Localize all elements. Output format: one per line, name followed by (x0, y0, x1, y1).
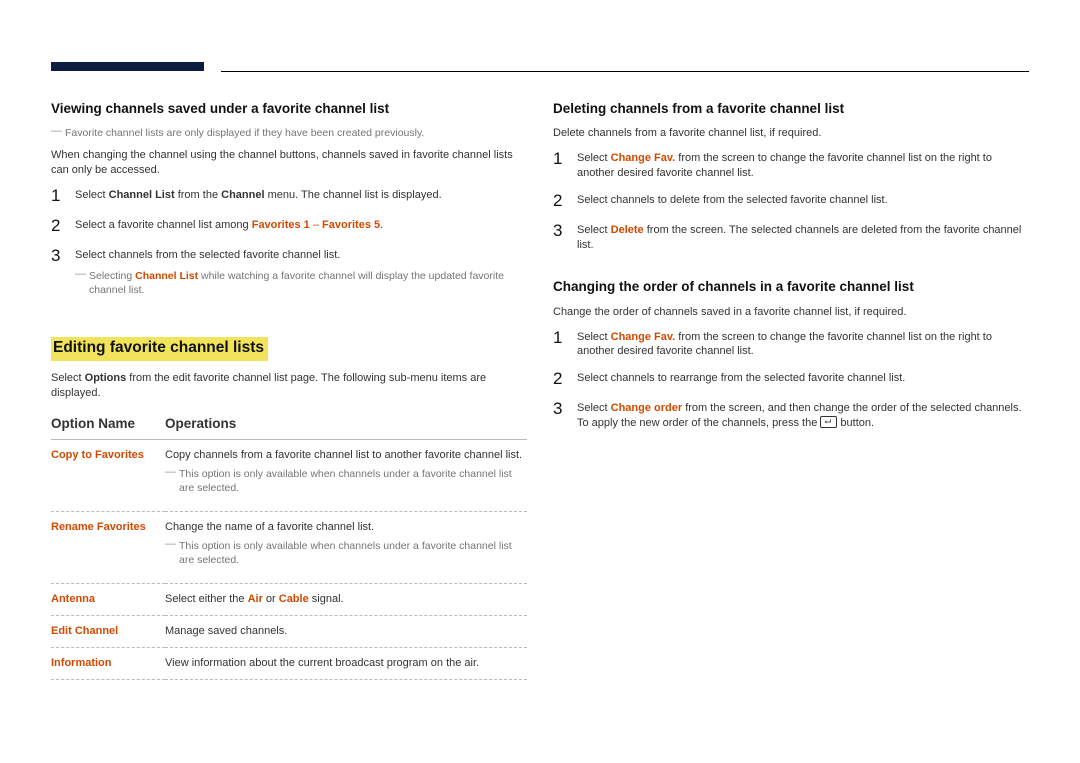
page-header (51, 62, 1029, 77)
enter-icon (820, 416, 837, 428)
emphasis: Change Fav. (611, 331, 676, 343)
emphasis: Favorites 1 (252, 219, 310, 231)
text: Select channels to rearrange from the se… (577, 372, 905, 384)
section-deleting: Deleting channels from a favorite channe… (553, 100, 1029, 252)
text: Select channels from the selected favori… (75, 249, 340, 261)
text: Select (577, 402, 611, 414)
option-name: Copy to Favorites (51, 449, 144, 461)
intro-ordering: Change the order of channels saved in a … (553, 305, 1029, 320)
step-2: Select a favorite channel list among Fav… (51, 218, 527, 236)
text: Change the name of a favorite channel li… (165, 521, 374, 533)
heading-deleting: Deleting channels from a favorite channe… (553, 100, 1029, 118)
text: . (380, 219, 383, 231)
emphasis: Air (248, 593, 263, 605)
left-column: Viewing channels saved under a favorite … (51, 100, 527, 680)
text: – (310, 219, 322, 231)
step-2: Select channels to rearrange from the se… (553, 371, 1029, 389)
table-row: Rename Favorites Change the name of a fa… (51, 512, 527, 584)
right-column: Deleting channels from a favorite channe… (553, 100, 1029, 680)
section-ordering: Changing the order of channels in a favo… (553, 278, 1029, 430)
heading-ordering: Changing the order of channels in a favo… (553, 278, 1029, 296)
step-1: Select Change Fav. from the screen to ch… (553, 151, 1029, 181)
intro-viewing: When changing the channel using the chan… (51, 148, 527, 178)
option-name: Edit Channel (51, 625, 118, 637)
emphasis: Delete (611, 224, 644, 236)
text: Select (577, 152, 611, 164)
text: Select (577, 224, 611, 236)
emphasis: Cable (279, 593, 309, 605)
emphasis: Change order (611, 402, 683, 414)
bold: Options (85, 372, 127, 384)
section-editing: Editing favorite channel lists Select Op… (51, 323, 527, 680)
table-row: Edit Channel Manage saved channels. (51, 616, 527, 648)
option-name: Information (51, 657, 112, 669)
text: Select a favorite channel list among (75, 219, 252, 231)
step-2: Select channels to delete from the selec… (553, 193, 1029, 211)
text: from the screen. The selected channels a… (577, 224, 1021, 251)
text: Select channels to delete from the selec… (577, 194, 888, 206)
table-row: Antenna Select either the Air or Cable s… (51, 584, 527, 616)
text: Select either the (165, 593, 248, 605)
intro-deleting: Delete channels from a favorite channel … (553, 126, 1029, 141)
heading-editing-highlight: Editing favorite channel lists (51, 337, 268, 361)
section-viewing: Viewing channels saved under a favorite … (51, 100, 527, 297)
row-note: This option is only available when chann… (165, 539, 527, 567)
text: signal. (309, 593, 344, 605)
heading-viewing: Viewing channels saved under a favorite … (51, 100, 527, 118)
note-viewing: Favorite channel lists are only displaye… (51, 126, 527, 140)
options-table: Option Name Operations Copy to Favorites… (51, 411, 527, 680)
option-name: Antenna (51, 593, 95, 605)
header-rule (221, 71, 1029, 72)
step-3: Select channels from the selected favori… (51, 248, 527, 297)
step-3: Select Change order from the screen, and… (553, 401, 1029, 431)
bold: Channel List (109, 189, 175, 201)
text: Manage saved channels. (165, 625, 287, 637)
emphasis: Change Fav. (611, 152, 676, 164)
emphasis: Favorites 5 (322, 219, 380, 231)
text: button. (837, 417, 874, 429)
intro-editing: Select Options from the edit favorite ch… (51, 371, 527, 401)
steps-viewing: Select Channel List from the Channel men… (51, 188, 527, 297)
text: menu. The channel list is displayed. (265, 189, 442, 201)
text: View information about the current broad… (165, 657, 479, 669)
option-name: Rename Favorites (51, 521, 146, 533)
header-accent-block (51, 62, 204, 71)
text: Copy channels from a favorite channel li… (165, 449, 522, 461)
row-note: This option is only available when chann… (165, 467, 527, 495)
step-1: Select Channel List from the Channel men… (51, 188, 527, 206)
text: or (263, 593, 279, 605)
steps-deleting: Select Change Fav. from the screen to ch… (553, 151, 1029, 252)
emphasis: Channel List (135, 270, 198, 282)
text: from the (175, 189, 221, 201)
step-3: Select Delete from the screen. The selec… (553, 223, 1029, 253)
col-option-name: Option Name (51, 411, 165, 440)
col-operations: Operations (165, 411, 527, 440)
page: Viewing channels saved under a favorite … (0, 0, 1080, 763)
table-row: Information View information about the c… (51, 648, 527, 680)
step-1: Select Change Fav. from the screen to ch… (553, 330, 1029, 360)
text: Selecting (89, 270, 135, 282)
text: Select (577, 331, 611, 343)
table-row: Copy to Favorites Copy channels from a f… (51, 440, 527, 512)
text: Select (51, 372, 85, 384)
bold: Channel (221, 189, 264, 201)
text: Select (75, 189, 109, 201)
note-step3: Selecting Channel List while watching a … (75, 269, 527, 297)
content-columns: Viewing channels saved under a favorite … (51, 100, 1029, 680)
steps-ordering: Select Change Fav. from the screen to ch… (553, 330, 1029, 431)
